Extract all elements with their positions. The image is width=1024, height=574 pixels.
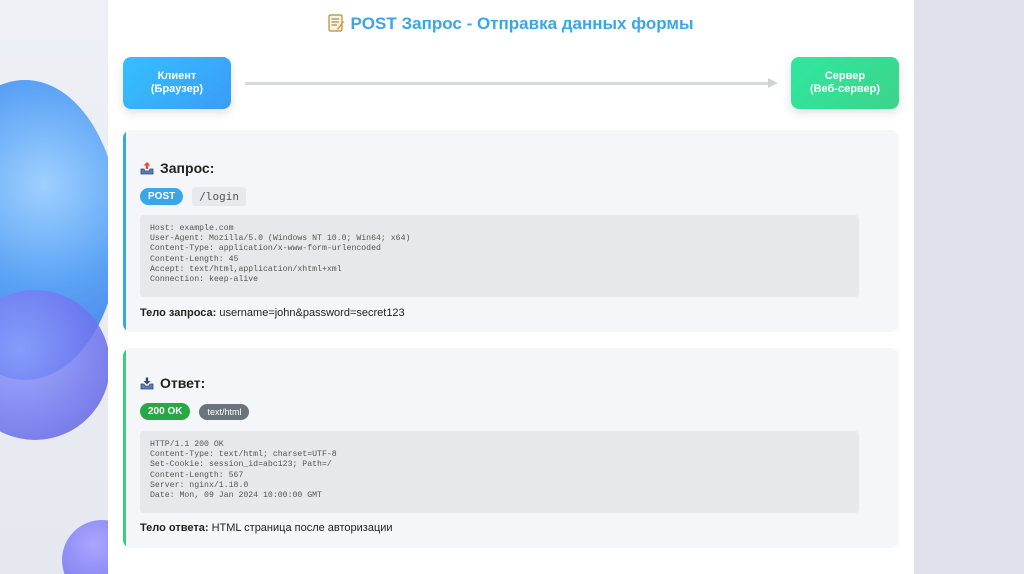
response-body-value: HTML страница после авторизации — [211, 522, 393, 534]
page-title: POST Запрос - Отправка данных формы — [108, 14, 914, 34]
server-label: Сервер — [824, 70, 866, 82]
request-header-line: Content-Length: 45 — [150, 254, 239, 264]
request-body-label: Тело запроса: — [140, 307, 217, 319]
response-header-line: Set-Cookie: session_id=abc123; Path=/ — [150, 460, 332, 470]
client-sublabel: (Браузер) — [150, 83, 204, 95]
request-badges: POST /login — [140, 187, 246, 206]
memo-icon — [328, 14, 345, 32]
request-header-line: Connection: keep-alive — [150, 275, 259, 285]
request-heading-text: Запрос: — [160, 160, 215, 176]
response-body: Тело ответа: HTML страница после авториз… — [140, 522, 393, 534]
response-header-line: Content-Type: text/html; charset=UTF-8 — [150, 450, 337, 460]
request-heading: Запрос: — [140, 160, 214, 176]
request-body-value: username=john&password=secret123 — [219, 307, 405, 319]
request-headers-block: Host: example.com User-Agent: Mozilla/5.… — [140, 215, 859, 297]
response-heading-text: Ответ: — [160, 375, 206, 391]
response-card: Ответ: 200 OK text/html HTTP/1.1 200 OK … — [123, 348, 899, 548]
server-node: Сервер (Веб-сервер) — [791, 57, 899, 109]
request-path: /login — [192, 187, 246, 206]
arrow-head-icon — [768, 78, 778, 88]
page-title-text: POST Запрос - Отправка данных формы — [350, 14, 694, 33]
method-badge: POST — [140, 188, 184, 205]
response-header-line: HTTP/1.1 200 OK — [150, 440, 224, 449]
client-label: Клиент — [157, 70, 197, 82]
response-badges: 200 OK text/html — [140, 403, 250, 420]
flow-arrow — [245, 82, 769, 85]
response-header-line: Server: nginx/1.18.0 — [150, 480, 249, 490]
decorative-blob — [62, 520, 108, 574]
request-header-line: Host: example.com — [150, 224, 234, 233]
request-header-line: Content-Type: application/x-www-form-url… — [150, 244, 381, 254]
response-body-label: Тело ответа: — [140, 522, 209, 534]
response-header-line: Date: Mon, 09 Jan 2024 10:00:00 GMT — [150, 491, 322, 501]
response-heading: Ответ: — [140, 375, 205, 391]
request-header-line: User-Agent: Mozilla/5.0 (Windows NT 10.0… — [150, 234, 411, 244]
client-node: Клиент (Браузер) — [123, 57, 231, 109]
request-card: Запрос: POST /login Host: example.com Us… — [123, 130, 899, 332]
content-type-badge: text/html — [199, 403, 250, 420]
outbox-tray-icon — [140, 162, 154, 175]
response-headers-block: HTTP/1.1 200 OK Content-Type: text/html;… — [140, 431, 859, 513]
decorative-background-left — [0, 0, 108, 574]
response-header-line: Content-Length: 567 — [150, 470, 244, 480]
decorative-background-right — [914, 0, 1024, 574]
request-header-line: Accept: text/html,application/xhtml+xml — [150, 264, 342, 274]
server-sublabel: (Веб-сервер) — [809, 83, 881, 95]
slide-panel: POST Запрос - Отправка данных формы Клие… — [108, 0, 914, 574]
request-body: Тело запроса: username=john&password=sec… — [140, 307, 405, 319]
status-badge: 200 OK — [140, 403, 191, 420]
inbox-tray-icon — [140, 377, 154, 390]
